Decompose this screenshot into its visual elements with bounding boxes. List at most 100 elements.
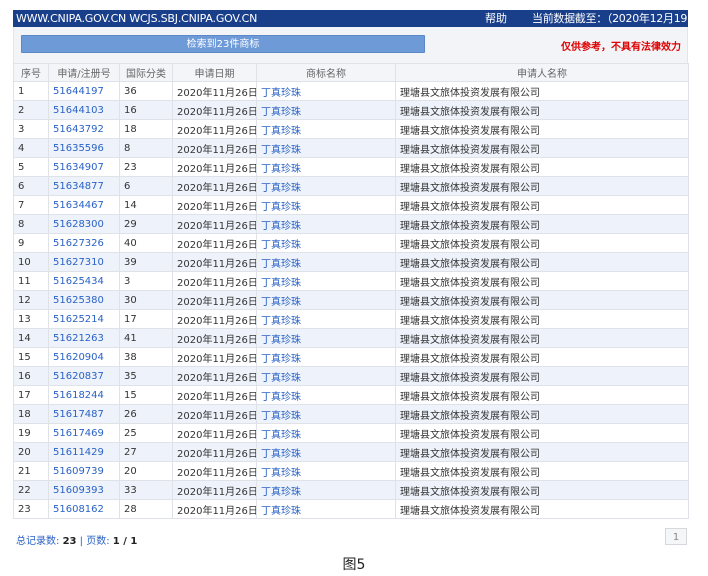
top-bar: WWW.CNIPA.GOV.CN WCJS.SBJ.CNIPA.GOV.CN 帮…	[13, 10, 708, 27]
trademark-name-link[interactable]: 丁真珍珠	[256, 81, 396, 101]
trademark-name-link[interactable]: 丁真珍珠	[256, 480, 396, 500]
registration-number-link[interactable]: 51644103	[48, 100, 120, 120]
column-header-date: 申请日期	[172, 63, 257, 82]
pager-page-button[interactable]: 1	[665, 528, 687, 545]
applicant-name: 理塘县文旅体投资发展有限公司	[395, 309, 689, 329]
trademark-name-link[interactable]: 丁真珍珠	[256, 328, 396, 348]
trademark-name-link[interactable]: 丁真珍珠	[256, 366, 396, 386]
trademark-name-link[interactable]: 丁真珍珠	[256, 100, 396, 120]
trademark-name-link[interactable]: 丁真珍珠	[256, 442, 396, 462]
registration-number-link[interactable]: 51634467	[48, 195, 120, 215]
international-class: 3	[119, 271, 173, 291]
trademark-name-link[interactable]: 丁真珍珠	[256, 499, 396, 519]
application-date: 2020年11月26日	[172, 309, 257, 329]
registration-number-link[interactable]: 51608162	[48, 499, 120, 519]
table-row: 12 51625380 30 2020年11月26日 丁真珍珠 理塘县文旅体投资发展有限公…	[13, 290, 689, 310]
row-number: 18	[13, 404, 49, 424]
applicant-name: 理塘县文旅体投资发展有限公司	[395, 81, 689, 101]
international-class: 6	[119, 176, 173, 196]
table-row: 22 51609393 33 2020年11月26日 丁真珍珠 理塘县文旅体投资发展有限公…	[13, 480, 689, 500]
trademark-name-link[interactable]: 丁真珍珠	[256, 385, 396, 405]
registration-number-link[interactable]: 51621263	[48, 328, 120, 348]
registration-number-link[interactable]: 51620904	[48, 347, 120, 367]
application-date: 2020年11月26日	[172, 442, 257, 462]
trademark-name-link[interactable]: 丁真珍珠	[256, 195, 396, 215]
registration-number-link[interactable]: 51620837	[48, 366, 120, 386]
row-number: 16	[13, 366, 49, 386]
registration-number-link[interactable]: 51617487	[48, 404, 120, 424]
registration-number-link[interactable]: 51634877	[48, 176, 120, 196]
registration-number-link[interactable]: 51611429	[48, 442, 120, 462]
application-date: 2020年11月26日	[172, 214, 257, 234]
registration-number-link[interactable]: 51644197	[48, 81, 120, 101]
registration-number-link[interactable]: 51625434	[48, 271, 120, 291]
registration-number-link[interactable]: 51627310	[48, 252, 120, 272]
application-date: 2020年11月26日	[172, 176, 257, 196]
column-header-mark: 商标名称	[256, 63, 396, 82]
registration-number-link[interactable]: 51634907	[48, 157, 120, 177]
trademark-name-link[interactable]: 丁真珍珠	[256, 157, 396, 177]
applicant-name: 理塘县文旅体投资发展有限公司	[395, 119, 689, 139]
registration-number-link[interactable]: 51625214	[48, 309, 120, 329]
international-class: 20	[119, 461, 173, 481]
trademark-name-link[interactable]: 丁真珍珠	[256, 252, 396, 272]
row-number: 19	[13, 423, 49, 443]
applicant-name: 理塘县文旅体投资发展有限公司	[395, 480, 689, 500]
applicant-name: 理塘县文旅体投资发展有限公司	[395, 252, 689, 272]
application-date: 2020年11月26日	[172, 271, 257, 291]
international-class: 23	[119, 157, 173, 177]
international-class: 16	[119, 100, 173, 120]
row-number: 9	[13, 233, 49, 253]
trademark-name-link[interactable]: 丁真珍珠	[256, 290, 396, 310]
applicant-name: 理塘县文旅体投资发展有限公司	[395, 214, 689, 234]
registration-number-link[interactable]: 51618244	[48, 385, 120, 405]
application-date: 2020年11月26日	[172, 252, 257, 272]
application-date: 2020年11月26日	[172, 138, 257, 158]
international-class: 30	[119, 290, 173, 310]
registration-number-link[interactable]: 51625380	[48, 290, 120, 310]
registration-number-link[interactable]: 51609393	[48, 480, 120, 500]
registration-number-link[interactable]: 51643792	[48, 119, 120, 139]
application-date: 2020年11月26日	[172, 328, 257, 348]
trademark-name-link[interactable]: 丁真珍珠	[256, 119, 396, 139]
trademark-name-link[interactable]: 丁真珍珠	[256, 404, 396, 424]
applicant-name: 理塘县文旅体投资发展有限公司	[395, 100, 689, 120]
data-updated-date: 当前数据截至：（2020年12月19日）	[532, 12, 708, 25]
help-link[interactable]: 帮助	[485, 10, 507, 27]
application-date: 2020年11月26日	[172, 157, 257, 177]
table-row: 20 51611429 27 2020年11月26日 丁真珍珠 理塘县文旅体投资发展有限公…	[13, 442, 689, 462]
table-row: 11 51625434 3 2020年11月26日 丁真珍珠 理塘县文旅体投资发展有限公司	[13, 271, 689, 291]
legal-disclaimer: 仅供参考，不具有法律效力	[561, 42, 681, 53]
trademark-name-link[interactable]: 丁真珍珠	[256, 309, 396, 329]
table-header-row: 序号 申请/注册号 国际分类 申请日期 商标名称 申请人名称	[13, 63, 689, 82]
page-label: 页数:	[86, 536, 110, 547]
registration-number-link[interactable]: 51609739	[48, 461, 120, 481]
trademark-name-link[interactable]: 丁真珍珠	[256, 347, 396, 367]
application-date: 2020年11月26日	[172, 290, 257, 310]
international-class: 18	[119, 119, 173, 139]
trademark-name-link[interactable]: 丁真珍珠	[256, 214, 396, 234]
registration-number-link[interactable]: 51617469	[48, 423, 120, 443]
registration-number-link[interactable]: 51628300	[48, 214, 120, 234]
trademark-name-link[interactable]: 丁真珍珠	[256, 233, 396, 253]
trademark-name-link[interactable]: 丁真珍珠	[256, 423, 396, 443]
trademark-name-link[interactable]: 丁真珍珠	[256, 461, 396, 481]
trademark-name-link[interactable]: 丁真珍珠	[256, 271, 396, 291]
search-result-button[interactable]: 检索到23件商标	[21, 35, 425, 53]
international-class: 15	[119, 385, 173, 405]
trademark-table: 序号 申请/注册号 国际分类 申请日期 商标名称 申请人名称 1 51644197…	[13, 63, 689, 519]
application-date: 2020年11月26日	[172, 461, 257, 481]
row-number: 8	[13, 214, 49, 234]
registration-number-link[interactable]: 51627326	[48, 233, 120, 253]
application-date: 2020年11月26日	[172, 81, 257, 101]
application-date: 2020年11月26日	[172, 499, 257, 519]
trademark-name-link[interactable]: 丁真珍珠	[256, 176, 396, 196]
applicant-name: 理塘县文旅体投资发展有限公司	[395, 290, 689, 310]
trademark-name-link[interactable]: 丁真珍珠	[256, 138, 396, 158]
table-row: 9 51627326 40 2020年11月26日 丁真珍珠 理塘县文旅体投资发展有限公司	[13, 233, 689, 253]
figure-caption: 图5	[342, 557, 366, 573]
application-date: 2020年11月26日	[172, 480, 257, 500]
registration-number-link[interactable]: 51635596	[48, 138, 120, 158]
international-class: 25	[119, 423, 173, 443]
application-date: 2020年11月26日	[172, 233, 257, 253]
